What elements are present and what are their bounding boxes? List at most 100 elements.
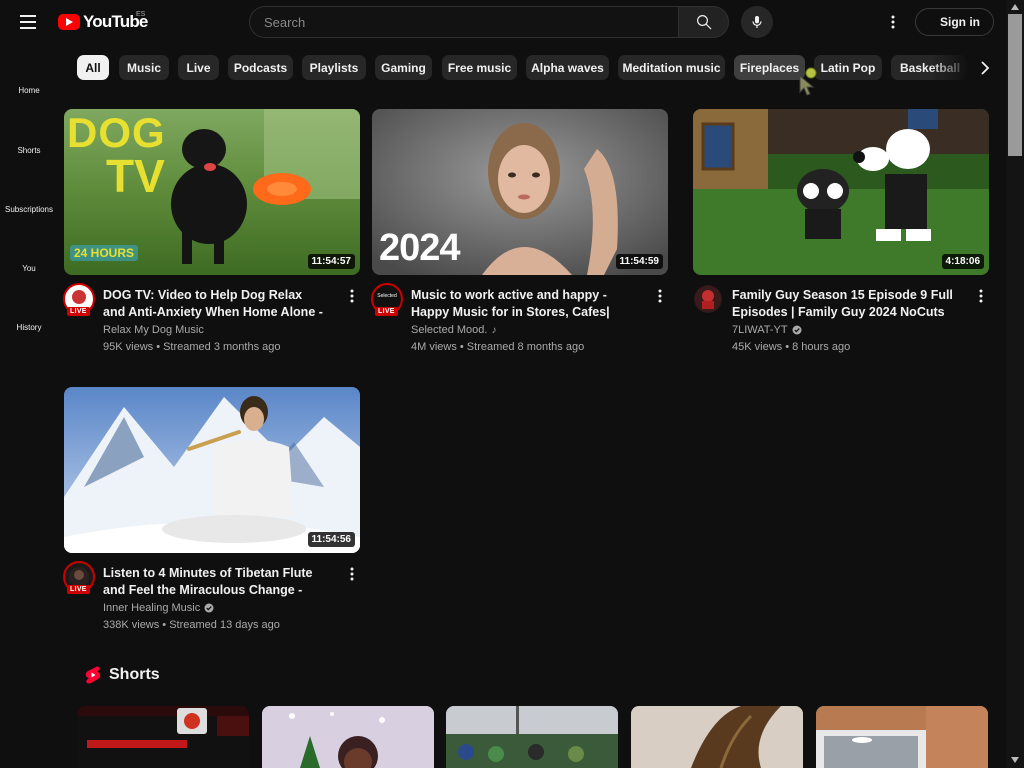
video-duration: 11:54:56 (307, 532, 355, 547)
channel-name[interactable]: 7LIWAT-YT (732, 324, 802, 336)
video-metadata: 45K views • 8 hours ago (732, 341, 851, 353)
channel-name-text: Selected Mood. (411, 324, 488, 336)
sidebar-item-label: Home (18, 86, 40, 95)
settings-more-button[interactable] (882, 10, 904, 34)
video-duration: 11:54:57 (307, 254, 355, 269)
account-circle-icon (925, 15, 939, 29)
chip-podcasts[interactable]: Podcasts (228, 55, 293, 80)
video-action-menu-button[interactable] (346, 565, 358, 583)
sidebar-item-history[interactable]: History (0, 323, 58, 332)
sidebar-item-shorts[interactable]: Shorts (0, 146, 58, 155)
video-action-menu-button[interactable] (975, 287, 987, 305)
tibetan-flute-thumbnail-image (64, 387, 360, 553)
video-title[interactable]: DOG TV: Video to Help Dog Relax and Anti… (103, 287, 325, 321)
search-button[interactable] (678, 6, 729, 38)
video-thumbnail[interactable]: 11:54:56 (64, 387, 360, 553)
scroll-down-button[interactable] (1006, 752, 1024, 768)
verified-badge-icon (792, 325, 802, 335)
video-metadata: 95K views • Streamed 3 months ago (103, 341, 281, 353)
chip-latin-pop[interactable]: Latin Pop (814, 55, 882, 80)
channel-name-text: Relax My Dog Music (103, 324, 204, 336)
menu-bar-icon (20, 27, 36, 29)
live-badge: LIVE (67, 307, 90, 316)
chip-label: Meditation music (622, 60, 721, 75)
video-title[interactable]: Listen to 4 Minutes of Tibetan Flute and… (103, 565, 325, 599)
region-code: ES (136, 11, 146, 18)
short-card[interactable] (77, 706, 249, 768)
short-thumbnail-image (77, 706, 249, 768)
more-vert-icon (979, 289, 983, 303)
short-thumbnail-image (631, 706, 803, 768)
search-input[interactable] (249, 6, 679, 38)
channel-name[interactable]: Selected Mood. ♪ (411, 324, 496, 336)
chip-fireplaces[interactable]: Fireplaces (734, 55, 805, 80)
chip-gaming[interactable]: Gaming (375, 55, 432, 80)
video-action-menu-button[interactable] (346, 287, 358, 305)
channel-name-text: Inner Healing Music (103, 602, 201, 614)
video-action-menu-button[interactable] (654, 287, 666, 305)
thumbnail-text: TV (106, 150, 165, 202)
short-card[interactable] (631, 706, 803, 768)
live-badge: LIVE (67, 585, 90, 594)
chip-label: Fireplaces (739, 60, 800, 75)
thumbnail-badge: 24 HOURS (70, 245, 139, 261)
chip-all[interactable]: All (77, 55, 109, 80)
video-thumbnail[interactable]: 2024 11:54:59 (372, 109, 668, 275)
chip-label: Gaming (381, 60, 426, 75)
sign-in-button[interactable]: Sign in (915, 8, 994, 36)
sidebar-item-home[interactable]: Home (0, 86, 58, 95)
chip-label: Alpha waves (531, 60, 604, 75)
channel-logo-icon (695, 286, 721, 312)
page-scrollbar-thumb[interactable] (1008, 14, 1022, 156)
chip-bar-next-button[interactable] (972, 55, 997, 80)
chip-label: Podcasts (233, 60, 288, 75)
video-duration: 4:18:06 (941, 254, 984, 269)
chip-alpha-waves[interactable]: Alpha waves (526, 55, 609, 80)
video-thumbnail[interactable]: DOG TV 24 HOURS 11:54:57 (64, 109, 360, 275)
channel-name-text: 7LIWAT-YT (732, 324, 788, 336)
youtube-play-icon (58, 14, 80, 30)
menu-bar-icon (20, 15, 36, 17)
sidebar-item-you[interactable]: You (0, 264, 58, 273)
channel-avatar-text: Selected (377, 293, 397, 299)
voice-search-button[interactable] (741, 6, 773, 38)
more-vert-icon (658, 289, 662, 303)
triangle-down-icon (1011, 757, 1019, 763)
sidebar-item-subscriptions[interactable]: Subscriptions (0, 205, 58, 214)
cursor-icon (799, 67, 817, 96)
channel-name[interactable]: Relax My Dog Music (103, 324, 204, 336)
chip-playlists[interactable]: Playlists (302, 55, 366, 80)
short-card[interactable] (816, 706, 988, 768)
short-card[interactable] (262, 706, 434, 768)
video-thumbnail[interactable]: 4:18:06 (693, 109, 989, 275)
sidebar-item-label: History (16, 323, 42, 332)
sidebar-item-label: You (22, 264, 36, 273)
chevron-right-icon (980, 60, 989, 75)
guide-menu-button[interactable] (14, 8, 42, 36)
chip-live[interactable]: Live (178, 55, 219, 80)
scroll-up-button[interactable] (1006, 0, 1024, 14)
short-thumbnail-image (262, 706, 434, 768)
menu-bar-icon (20, 21, 36, 23)
video-title[interactable]: Music to work active and happy - Happy M… (411, 287, 633, 321)
chip-music[interactable]: Music (119, 55, 169, 80)
chip-label: Free music (447, 60, 512, 75)
channel-name[interactable]: Inner Healing Music (103, 602, 214, 614)
chip-meditation-music[interactable]: Meditation music (618, 55, 725, 80)
search-icon (696, 15, 711, 30)
more-vert-icon (350, 289, 354, 303)
masthead: YouTube ES Sign in (0, 0, 1024, 44)
shorts-title: Shorts (109, 666, 160, 683)
chip-label: Playlists (309, 60, 359, 75)
short-card[interactable] (446, 706, 618, 768)
shorts-shelf-header: Shorts (85, 666, 160, 684)
sign-in-label: Sign in (940, 15, 980, 29)
video-metadata: 338K views • Streamed 13 days ago (103, 619, 280, 631)
video-title[interactable]: Family Guy Season 15 Episode 9 Full Epis… (732, 287, 954, 321)
more-vert-icon (891, 15, 895, 29)
live-badge: LIVE (375, 307, 398, 316)
shorts-logo-icon (85, 666, 101, 684)
youtube-logo[interactable]: YouTube (58, 12, 148, 32)
channel-avatar[interactable] (694, 285, 722, 313)
chip-free-music[interactable]: Free music (442, 55, 517, 80)
